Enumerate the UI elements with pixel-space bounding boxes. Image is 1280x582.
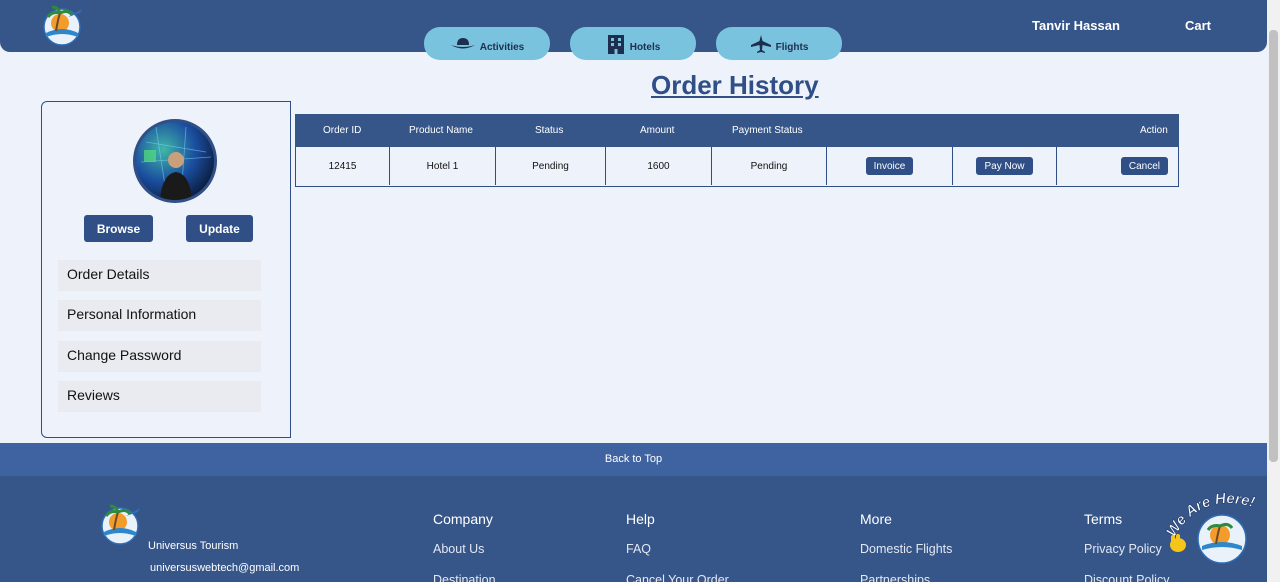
column-header: Amount [640, 125, 675, 136]
building-icon [607, 34, 624, 54]
page-scrollbar[interactable] [1267, 0, 1280, 582]
column-header: Product Name [409, 125, 473, 136]
user-name-link[interactable]: Tanvir Hassan [1032, 18, 1120, 33]
tab-label: Activities [479, 42, 525, 53]
footer-link-destination[interactable]: Destination [433, 573, 496, 582]
footer-heading-company: Company [433, 511, 493, 527]
table-row: 12415 Hotel 1 Pending 1600 Pending Invoi… [295, 147, 1179, 187]
pay-now-button[interactable]: Pay Now [976, 157, 1033, 175]
airplane-icon [750, 34, 771, 53]
order-status: Pending [532, 160, 569, 172]
footer-content: Universus Tourism universuswebtech@gmail… [0, 476, 1267, 582]
tab-label: Flights [775, 42, 809, 53]
order-amount: 1600 [647, 160, 670, 172]
sidebar-item-order-details[interactable]: Order Details [58, 260, 261, 291]
cancel-order-button[interactable]: Cancel [1120, 157, 1168, 175]
column-header: Payment Status [732, 125, 803, 136]
amount-cell: 1600 [606, 147, 712, 185]
order-history-table: Order ID Product Name Status Amount Paym… [295, 114, 1179, 187]
profile-sidebar: Browse Update Order Details Personal Inf… [41, 101, 291, 438]
universus-logo-icon[interactable] [38, 3, 86, 49]
invoice-button[interactable]: Invoice [865, 157, 914, 175]
footer-link-cancel-order[interactable]: Cancel Your Order [626, 573, 729, 582]
tab-activities[interactable]: Activities [424, 27, 550, 60]
scrollbar-thumb[interactable] [1269, 30, 1278, 462]
tab-label: Hotels [629, 42, 661, 53]
cart-link[interactable]: Cart [1185, 18, 1211, 33]
footer-link-about-us[interactable]: About Us [433, 542, 484, 556]
hat-icon [450, 37, 475, 48]
payment-status-cell: Pending [712, 147, 827, 185]
page-title: Order History [651, 70, 819, 100]
payment-status: Pending [750, 160, 788, 172]
footer-email[interactable]: universuswebtech@gmail.com [150, 562, 299, 574]
footer-link-privacy-policy[interactable]: Privacy Policy [1084, 542, 1162, 556]
sidebar-item-personal-information[interactable]: Personal Information [58, 300, 261, 331]
waving-hand-icon [1170, 534, 1186, 552]
column-header: Order ID [323, 125, 362, 136]
back-to-top-link[interactable]: Back to Top [0, 443, 1267, 476]
chat-widget-badge[interactable]: We Are Here! [1162, 488, 1267, 578]
table-header: Order ID Product Name Status Amount Paym… [295, 114, 1179, 147]
update-button[interactable]: Update [186, 215, 253, 242]
sidebar-item-reviews[interactable]: Reviews [58, 381, 261, 412]
status-cell: Pending [496, 147, 606, 185]
universus-logo-icon[interactable] [96, 502, 144, 548]
product-name-cell: Hotel 1 [390, 147, 496, 185]
cancel-cell: Cancel [1057, 147, 1177, 185]
footer-link-partnerships[interactable]: Partnerships [860, 573, 930, 582]
footer-link-faq[interactable]: FAQ [626, 542, 651, 556]
footer-heading-help: Help [626, 511, 655, 527]
footer-heading-terms: Terms [1084, 511, 1123, 527]
footer-heading-more: More [860, 511, 892, 527]
order-id-cell: 12415 [296, 147, 390, 185]
pay-cell: Pay Now [953, 147, 1057, 185]
column-header: Status [535, 125, 564, 136]
tab-hotels[interactable]: Hotels [570, 27, 696, 60]
column-header: Action [1140, 125, 1168, 136]
footer-link-domestic-flights[interactable]: Domestic Flights [860, 542, 952, 556]
footer-brand: Universus Tourism [148, 540, 239, 552]
sidebar-item-change-password[interactable]: Change Password [58, 341, 261, 372]
browse-button[interactable]: Browse [84, 215, 153, 242]
order-id: 12415 [328, 160, 357, 172]
profile-photo-icon [140, 126, 212, 200]
footer-link-discount-policy[interactable]: Discount Policy [1084, 573, 1169, 582]
avatar [133, 119, 217, 203]
tab-flights[interactable]: Flights [716, 27, 842, 60]
invoice-cell: Invoice [827, 147, 953, 185]
product-name: Hotel 1 [426, 160, 459, 172]
